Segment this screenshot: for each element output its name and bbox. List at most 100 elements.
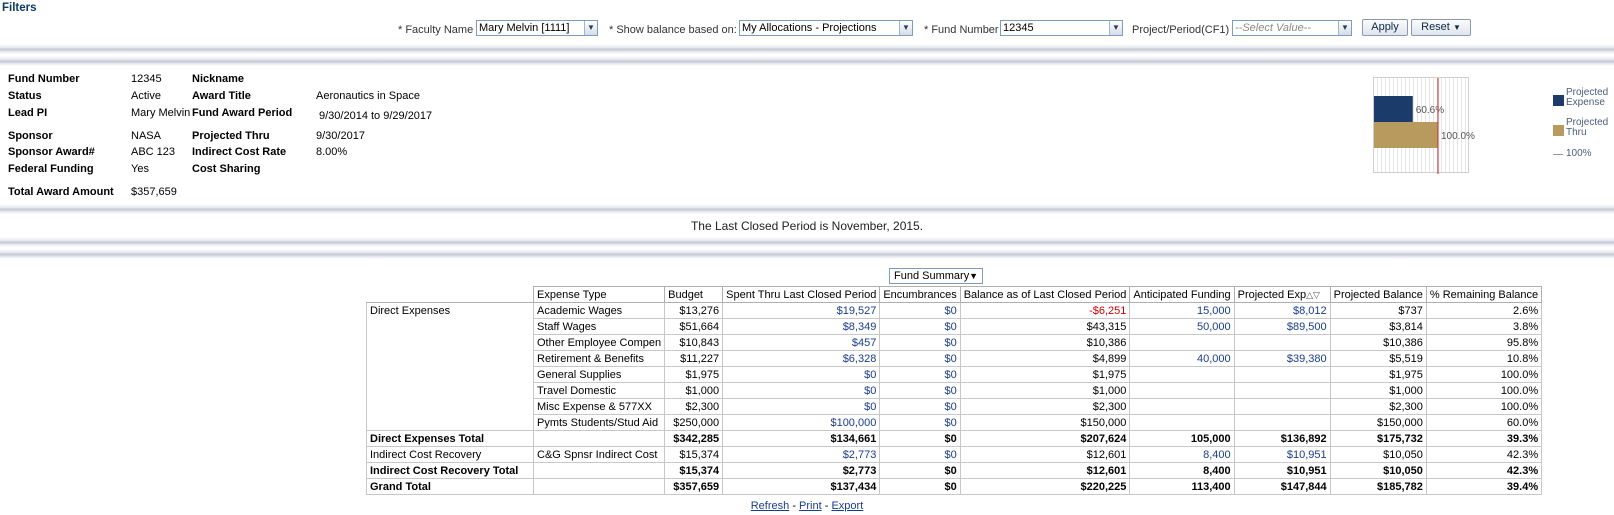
table-cell-pct: 39.3% <box>1425 430 1543 447</box>
table-row: Misc Expense & 577XX $2,300 $0 $0 $2,300 $2,3… <box>366 398 1543 415</box>
table-cell-budget: $13,276 <box>664 302 724 319</box>
expense-type-cell <box>532 478 666 495</box>
table-cell-projexp: $39,380 <box>1233 350 1331 367</box>
fund-number-select[interactable]: 12345 ▼ <box>1000 20 1123 36</box>
table-cell-budget: $15,374 <box>664 446 724 463</box>
table-cell-antic: 8,400 <box>1129 446 1235 463</box>
table-cell-enc: $0 <box>879 430 961 447</box>
table-cell-antic <box>1129 398 1235 415</box>
chart-bar-projected-expense <box>1374 96 1413 122</box>
reset-button[interactable]: Reset ▼ <box>1411 19 1471 36</box>
table-row-grand-total: Grand Total $357,659 $137,434 $0 $220,225 113… <box>366 478 1543 495</box>
table-cell-pct: 42.3% <box>1425 446 1543 463</box>
expense-type-cell <box>532 430 666 447</box>
expense-type-cell: Staff Wages <box>532 318 666 335</box>
table-cell-bal: $220,225 <box>959 478 1131 495</box>
table-cell-projexp: $10,951 <box>1233 462 1331 479</box>
fund-number-label: * Fund Number <box>924 24 999 36</box>
row-group-cell: Direct Expenses <box>366 302 534 319</box>
table-header-cell[interactable]: Encumbrances <box>879 286 961 303</box>
section-divider <box>0 44 1614 54</box>
chevron-down-icon[interactable]: ▼ <box>1109 21 1122 35</box>
expense-type-cell: General Supplies <box>532 366 666 383</box>
faculty-name-select[interactable]: Mary Melvin [1111] ▼ <box>476 20 598 36</box>
table-header-cell[interactable]: Projected Balance <box>1329 286 1427 303</box>
chevron-down-icon[interactable]: ▼ <box>1338 21 1351 35</box>
projected-thru-text: 9/30/2017 <box>316 130 365 142</box>
table-cell-spent: $2,773 <box>722 462 881 479</box>
table-cell-budget: $1,975 <box>664 366 724 383</box>
sponsor-award-heading: Sponsor Award# <box>8 146 95 158</box>
section-divider <box>0 56 1614 66</box>
table-cell-enc: $0 <box>879 334 961 351</box>
table-cell-bal: $2,300 <box>959 398 1131 415</box>
table-header-cell[interactable]: Budget <box>664 286 724 303</box>
section-divider <box>0 204 1614 214</box>
table-cell-pct: 60.0% <box>1425 414 1543 431</box>
table-cell-enc: $0 <box>879 478 961 495</box>
table-header-cell[interactable]: Spent Thru Last Closed Period <box>722 286 881 303</box>
caret-down-icon: ▼ <box>1452 23 1461 32</box>
award-period-heading: Fund Award Period <box>192 107 293 119</box>
table-cell-pct: 2.6% <box>1425 302 1543 319</box>
chevron-down-icon[interactable]: ▼ <box>584 21 597 35</box>
chart-legend: Projected Expense Projected Thru 100% <box>1553 88 1611 162</box>
projected-thru-heading: Projected Thru <box>192 130 270 142</box>
refresh-link[interactable]: Refresh <box>751 500 790 512</box>
fund-summary-select[interactable]: Fund Summary ▼ <box>889 268 983 284</box>
chevron-down-icon[interactable]: ▼ <box>969 269 978 283</box>
table-cell-projbal: $5,519 <box>1329 350 1427 367</box>
table-header-cell[interactable]: Balance as of Last Closed Period <box>959 286 1131 303</box>
total-label-cell: Grand Total <box>366 478 534 495</box>
table-cell-budget: $2,300 <box>664 398 724 415</box>
table-cell-enc: $0 <box>879 366 961 383</box>
table-cell-projexp: $10,951 <box>1233 446 1331 463</box>
print-link[interactable]: Print <box>799 500 822 512</box>
table-row-icr-row: Indirect Cost Recovery C&G Spnsr Indirect… <box>366 446 1543 463</box>
row-group-cell <box>366 350 534 367</box>
table-cell-projexp <box>1233 398 1331 415</box>
table-cell-bal: $10,386 <box>959 334 1131 351</box>
table-cell-antic: 113,400 <box>1129 478 1235 495</box>
table-row-direct-total: Direct Expenses Total $342,285 $134,661 $0 $… <box>366 430 1543 447</box>
table-cell-budget: $11,227 <box>664 350 724 367</box>
table-cell-antic: 8,400 <box>1129 462 1235 479</box>
sort-arrows-icon[interactable]: △▽ <box>1306 290 1320 300</box>
table-row: Direct Expenses Academic Wages $13,276 $19,… <box>366 302 1543 319</box>
sponsor-award-text: ABC 123 <box>131 146 176 158</box>
status-text: Active <box>131 90 161 102</box>
legend-swatch-expense <box>1553 95 1564 106</box>
project-period-select[interactable]: --Select Value-- ▼ <box>1232 20 1352 36</box>
last-closed-period-banner: The Last Closed Period is November, 2015… <box>690 219 924 233</box>
balance-basis-select[interactable]: My Allocations - Projections ▼ <box>739 20 913 36</box>
table-header-cell[interactable]: Anticipated Funding <box>1129 286 1235 303</box>
legend-swatch-thru <box>1553 125 1564 136</box>
table-cell-spent: $2,773 <box>722 446 881 463</box>
table-cell-antic <box>1129 382 1235 399</box>
table-cell-enc: $0 <box>879 398 961 415</box>
table-cell-spent: $0 <box>722 382 881 399</box>
apply-button[interactable]: Apply <box>1362 19 1408 36</box>
table-row: Retirement & Benefits $11,227 $6,328 $0 $4,8… <box>366 350 1543 367</box>
export-link[interactable]: Export <box>831 500 863 512</box>
table-header-cell[interactable]: % Remaining Balance <box>1425 286 1543 303</box>
lead-pi-heading: Lead PI <box>8 107 48 119</box>
status-heading: Status <box>8 90 42 102</box>
table-cell-pct: 100.0% <box>1425 382 1543 399</box>
total-label-cell: Direct Expenses Total <box>366 430 534 447</box>
table-cell-pct: 10.8% <box>1425 350 1543 367</box>
project-period-placeholder: --Select Value-- <box>1235 22 1312 34</box>
table-cell-spent: $457 <box>722 334 881 351</box>
sponsor-heading: Sponsor <box>8 130 53 142</box>
table-header-cell-projected-exp[interactable]: Projected Exp△▽ <box>1233 286 1331 303</box>
chevron-down-icon[interactable]: ▼ <box>899 21 912 35</box>
federal-funding-heading: Federal Funding <box>8 163 94 175</box>
table-header-cell[interactable]: Expense Type <box>532 286 666 303</box>
row-group-cell <box>366 398 534 415</box>
table-cell-enc: $0 <box>879 302 961 319</box>
table-cell-budget: $15,374 <box>664 462 724 479</box>
balance-basis-value: My Allocations - Projections <box>742 22 877 34</box>
total-label-cell: Indirect Cost Recovery Total <box>366 462 534 479</box>
table-cell-bal: $207,624 <box>959 430 1131 447</box>
table-cell-projexp: $147,844 <box>1233 478 1331 495</box>
